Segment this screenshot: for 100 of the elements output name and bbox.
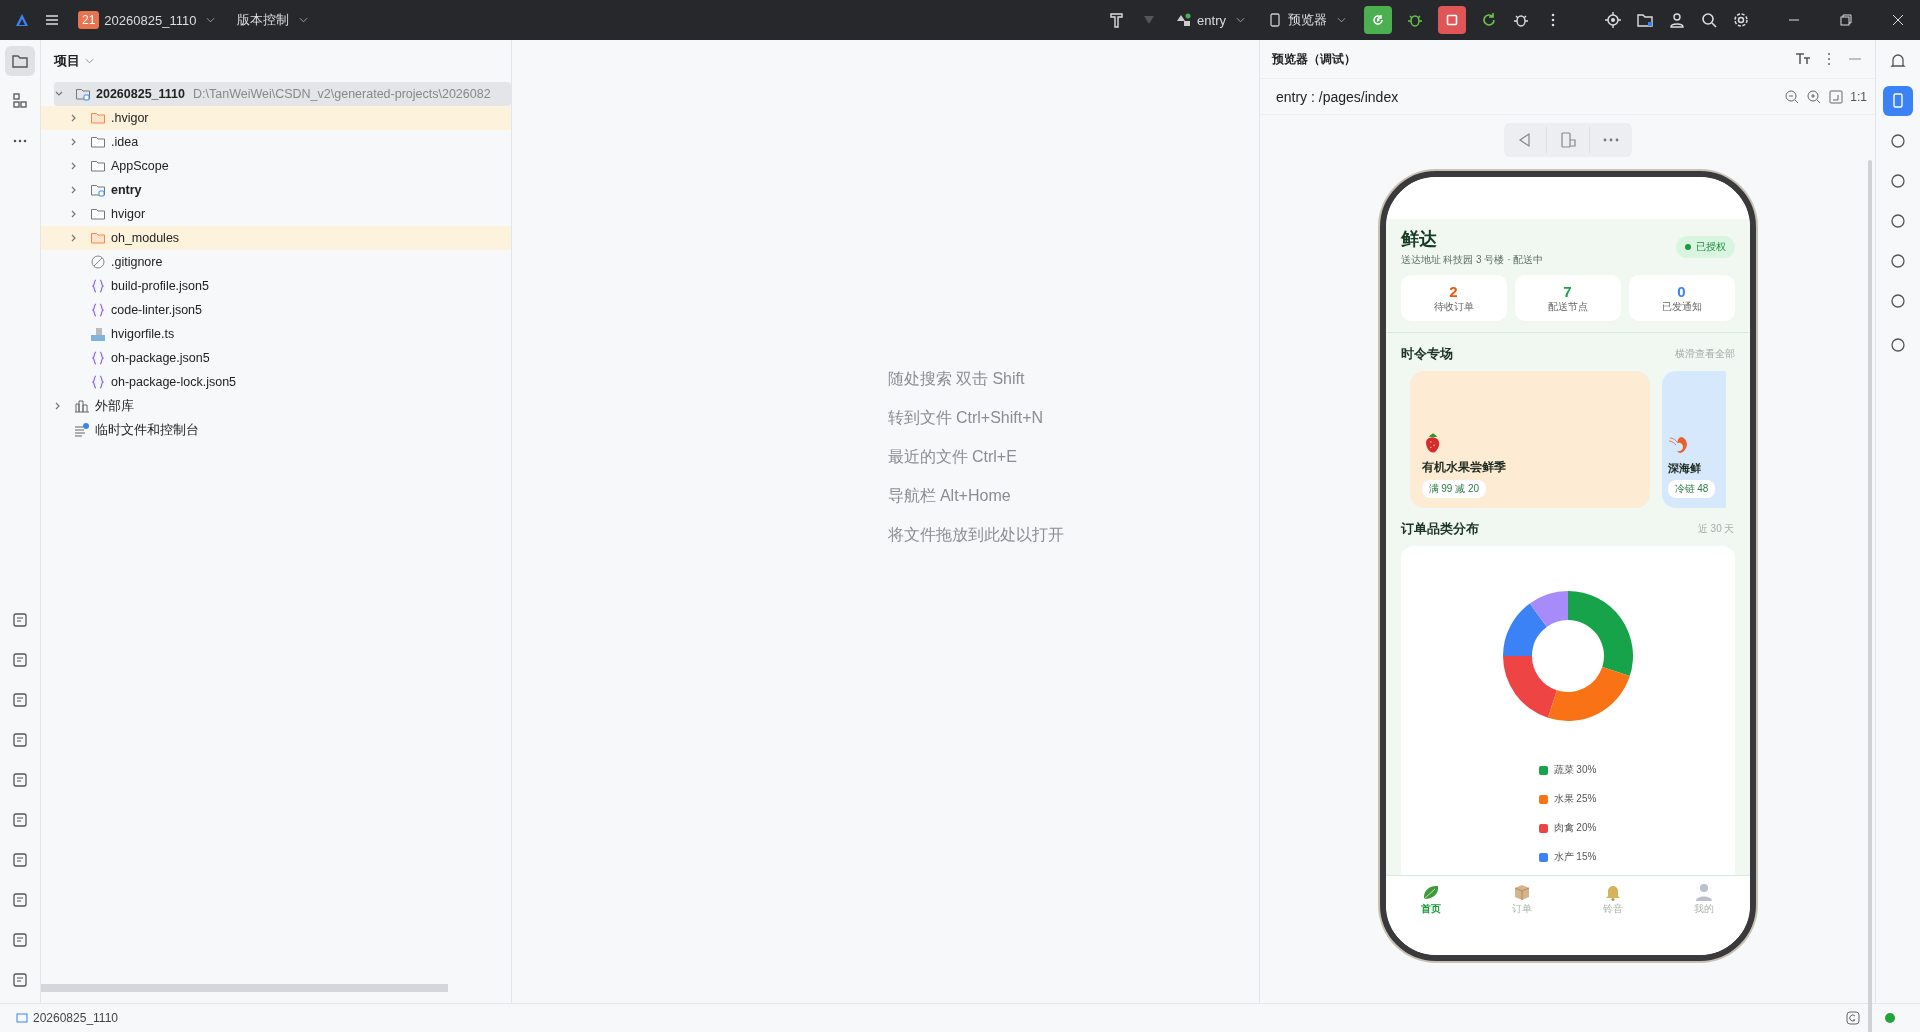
device-selector[interactable]: 预览器	[1263, 7, 1350, 33]
ignore-icon	[90, 254, 106, 270]
promo-title: 有机水果尝鲜季	[1421, 459, 1507, 476]
stat-label: 已发通知	[1661, 299, 1702, 314]
menu-icon[interactable]	[44, 12, 60, 28]
project-icon	[16, 1012, 28, 1024]
stop-button[interactable]	[1438, 6, 1466, 34]
tree-row[interactable]: oh_modules	[41, 226, 511, 250]
tree-row[interactable]: code-linter.json5	[41, 298, 511, 322]
font-size-icon[interactable]	[1795, 51, 1811, 67]
run-button[interactable]	[1364, 6, 1392, 34]
tree-label: entry	[111, 183, 142, 197]
tree-row[interactable]: AppScope	[41, 154, 511, 178]
module-folder-icon	[90, 182, 106, 198]
settings-icon[interactable]	[1732, 11, 1750, 29]
editor-hint: 将文件拖放到此处以打开	[887, 525, 1064, 545]
tree-label: hvigor	[111, 207, 146, 221]
status-indicator-icon	[1884, 1012, 1896, 1024]
actual-size-button[interactable]: 1:1	[1850, 89, 1867, 104]
folder-icon	[90, 110, 106, 126]
tree-label: build-profile.json5	[111, 279, 209, 293]
panel-title[interactable]: 项目	[54, 52, 80, 70]
tree-row[interactable]: build-profile.json5	[41, 274, 511, 298]
stat-value: 0	[1677, 282, 1686, 300]
tree-row[interactable]: .idea	[41, 130, 511, 154]
route-label: entry : /pages/index	[1276, 88, 1399, 105]
tree-row[interactable]: hvigor	[41, 202, 511, 226]
project-path: D:\TanWeiWei\CSDN_v2\generated-projects\2026082	[193, 87, 491, 101]
folder-icon	[90, 230, 106, 246]
tree-label: .hvigor	[111, 111, 149, 125]
tree-row[interactable]: hvigorfile.ts	[41, 322, 511, 346]
status-project[interactable]: 20260825_1110	[33, 1011, 118, 1025]
promo-title: 深海鲜	[1667, 461, 1702, 476]
phone-tool-button[interactable]	[1883, 86, 1913, 116]
range-label: 近 30 天	[1697, 522, 1735, 536]
folder-icon	[90, 206, 106, 222]
project-badge: 21	[78, 11, 100, 29]
stat-value: 7	[1563, 282, 1572, 300]
project-switcher[interactable]: 21 20260825_1110	[74, 7, 220, 33]
stat-label: 配送节点	[1547, 299, 1588, 314]
tree-row[interactable]: entry	[41, 178, 511, 202]
caret-icon	[206, 17, 216, 23]
scratch-icon	[74, 422, 90, 438]
nav-tab[interactable]: 首页	[1411, 882, 1451, 918]
assistant-icon[interactable]	[1845, 1010, 1861, 1026]
logo-icon	[14, 12, 30, 28]
tree-row[interactable]: .gitignore	[41, 250, 511, 274]
close-icon[interactable]	[1890, 12, 1906, 28]
tree-label: .idea	[111, 135, 139, 149]
promo-card[interactable]: 深海鲜 冷链 48	[1661, 371, 1726, 508]
promo-tag: 冷链 48	[1667, 480, 1716, 498]
search-icon[interactable]	[1700, 11, 1718, 29]
module-folder-icon	[75, 86, 91, 102]
vertical-scrollbar[interactable]	[1868, 160, 1872, 1032]
tree-row[interactable]: 20260825_1110 D:\TanWeiWei\CSDN_v2\generated-projects\2026082	[54, 82, 511, 106]
user-icon[interactable]	[1668, 11, 1686, 29]
braces-icon	[90, 374, 106, 390]
folder-icon	[11, 52, 29, 70]
tree-row[interactable]: oh-package-lock.json5	[41, 370, 511, 394]
project-tool-button[interactable]	[5, 46, 35, 76]
library-icon	[74, 398, 90, 414]
horizontal-scrollbar[interactable]	[41, 984, 448, 992]
stat-label: 待收订单	[1433, 299, 1474, 314]
tree-row[interactable]: .hvigor	[41, 106, 511, 130]
section-title: 时令专场	[1400, 345, 1453, 363]
caret-icon	[1236, 17, 1245, 23]
folder-icon[interactable]	[1636, 11, 1654, 29]
legend-label: 水果 25%	[1553, 792, 1597, 806]
tree-label: 外部库	[95, 397, 134, 415]
tree-label: .gitignore	[111, 255, 163, 269]
bell-icon	[1889, 52, 1907, 70]
editor-hint: 导航栏 Alt+Home	[887, 486, 1012, 506]
tree-label: code-linter.json5	[111, 303, 203, 317]
tree-row[interactable]: 外部库	[41, 394, 511, 418]
tree-label: oh_modules	[111, 231, 180, 245]
restore-icon[interactable]	[1838, 12, 1854, 28]
project-name: 20260825_1110	[104, 12, 197, 28]
module-selector[interactable]: entry	[1172, 8, 1249, 32]
phone-icon	[1267, 12, 1283, 28]
version-control-menu[interactable]: 版本控制	[233, 7, 313, 33]
braces-icon	[90, 302, 106, 318]
tree-label: AppScope	[111, 159, 169, 173]
zoom-in-icon[interactable]	[1806, 88, 1823, 105]
tree-label: hvigorfile.ts	[111, 327, 175, 341]
caret-icon	[1337, 17, 1346, 23]
legend-label: 蔬菜 30%	[1553, 763, 1597, 777]
tree-label: oh-package.json5	[111, 351, 210, 365]
caret-icon	[299, 17, 309, 23]
promo-card[interactable]: 有机水果尝鲜季 满 99 减 20	[1409, 371, 1650, 508]
editor-hint: 最近的文件 Ctrl+E	[887, 447, 1018, 467]
zoom-out-icon[interactable]	[1784, 88, 1801, 105]
tree-row[interactable]: oh-package.json5	[41, 346, 511, 370]
module-icon	[1176, 12, 1193, 28]
structure-icon	[11, 92, 29, 110]
target-icon[interactable]	[1604, 11, 1622, 29]
preview-title: 预览器（调试）	[1272, 50, 1356, 68]
legend-label: 肉禽 20%	[1553, 821, 1597, 835]
more-icon	[13, 139, 27, 143]
section-title: 订单品类分布	[1400, 520, 1479, 538]
tree-row[interactable]: 临时文件和控制台	[41, 418, 511, 442]
